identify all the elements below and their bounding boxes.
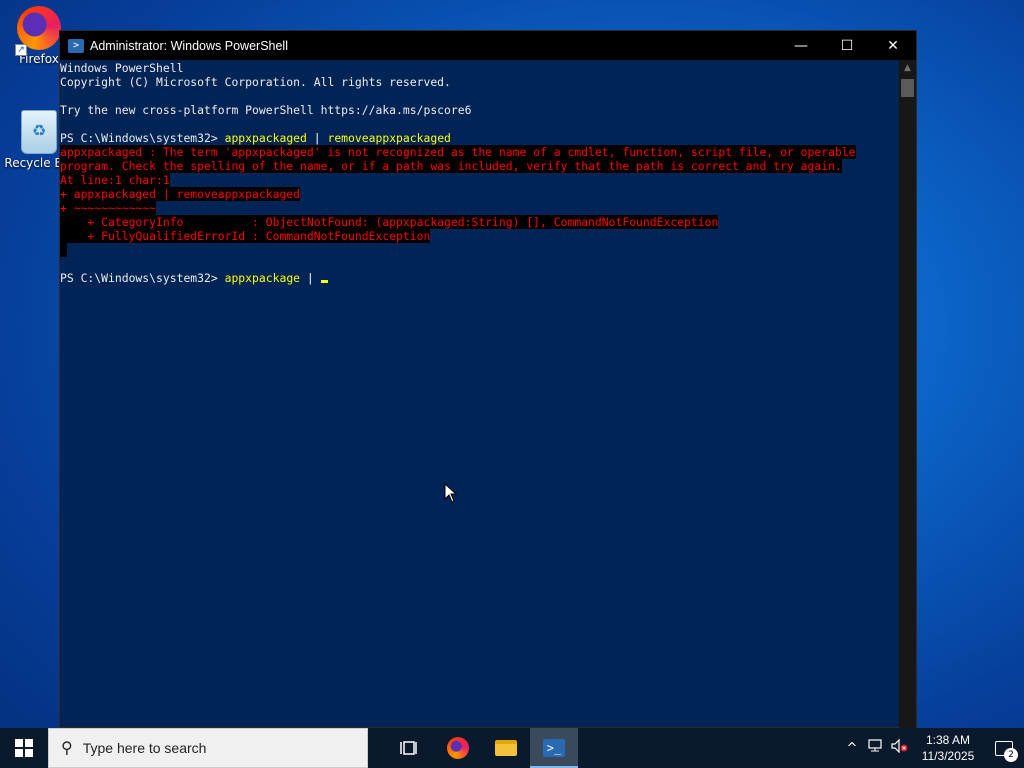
console-line: Copyright (C) Microsoft Corporation. All…: [60, 75, 451, 89]
error-line: + appxpackaged | removeappxpackaged: [60, 187, 301, 201]
taskbar-firefox[interactable]: [434, 728, 482, 768]
text-cursor: [320, 280, 328, 283]
windows-logo-icon: [15, 739, 33, 757]
error-line: [60, 243, 900, 257]
error-line: + ~~~~~~~~~~~~: [60, 201, 157, 215]
clock-time: 1:38 AM: [925, 733, 971, 747]
error-line: appxpackaged : The term 'appxpackaged' i…: [60, 145, 856, 159]
command-name: removeappxpackaged: [327, 131, 451, 145]
prompt-text: PS C:\Windows\system32>: [60, 131, 225, 145]
close-button[interactable]: ✕: [870, 31, 916, 60]
taskbar-file-explorer[interactable]: [482, 728, 530, 768]
volume-muted-icon[interactable]: [888, 738, 912, 757]
powershell-window[interactable]: > Administrator: Windows PowerShell — ☐ …: [59, 30, 917, 729]
taskbar-search-box[interactable]: ⚲ Type here to search: [48, 728, 368, 768]
pipe-operator: |: [300, 271, 321, 285]
prompt-line-2[interactable]: PS C:\Windows\system32> appxpackage |: [60, 271, 900, 285]
powershell-icon: >_: [543, 739, 565, 757]
recycle-bin-icon: [21, 110, 57, 154]
shortcut-arrow-icon: ↗: [15, 44, 27, 56]
mouse-pointer-icon: [444, 483, 458, 503]
prompt-text: PS C:\Windows\system32>: [60, 271, 225, 285]
search-placeholder: Type here to search: [82, 740, 207, 756]
minimize-button[interactable]: —: [778, 31, 824, 60]
scroll-up-icon[interactable]: ▲: [899, 60, 916, 77]
firefox-icon: [447, 737, 469, 759]
powershell-icon: >: [68, 38, 84, 53]
pipe-operator: |: [306, 131, 328, 145]
window-title: Administrator: Windows PowerShell: [90, 38, 288, 53]
error-line: At line:1 char:1: [60, 173, 170, 187]
network-icon[interactable]: [864, 739, 888, 757]
scrollbar-thumb[interactable]: [901, 79, 914, 97]
search-icon: ⚲: [61, 740, 73, 757]
start-button[interactable]: [0, 728, 48, 768]
command-name: appxpackaged: [224, 131, 307, 145]
folder-icon: [495, 740, 517, 756]
title-bar[interactable]: > Administrator: Windows PowerShell — ☐ …: [60, 31, 916, 60]
prompt-line-1: PS C:\Windows\system32> appxpackaged | r…: [60, 131, 900, 145]
taskbar-powershell[interactable]: >_: [530, 728, 578, 768]
maximize-button[interactable]: ☐: [824, 31, 870, 60]
console-line: Windows PowerShell: [60, 61, 184, 75]
console-line: Try the new cross-platform PowerShell ht…: [60, 103, 472, 117]
task-view-button[interactable]: [386, 728, 434, 768]
error-line: + FullyQualifiedErrorId : CommandNotFoun…: [60, 229, 431, 243]
error-line: program. Check the spelling of the name,…: [60, 159, 842, 173]
command-name: appxpackage: [224, 271, 301, 285]
notification-badge: 2: [1004, 748, 1018, 762]
vertical-scrollbar[interactable]: ▲: [899, 60, 916, 729]
taskbar: ⚲ Type here to search >_ ^ 1:38 AM 11/3/…: [0, 728, 1024, 768]
task-view-icon: [400, 741, 417, 755]
chevron-up-icon[interactable]: ^: [840, 741, 864, 756]
error-line: + CategoryInfo : ObjectNotFound: (appxpa…: [60, 215, 719, 229]
notification-center-button[interactable]: 2: [984, 728, 1024, 768]
console-output[interactable]: Windows PowerShell Copyright (C) Microso…: [60, 60, 900, 729]
taskbar-clock[interactable]: 1:38 AM 11/3/2025: [912, 732, 984, 764]
system-tray: ^ 1:38 AM 11/3/2025 2: [840, 728, 1024, 768]
clock-date: 11/3/2025: [921, 749, 975, 763]
